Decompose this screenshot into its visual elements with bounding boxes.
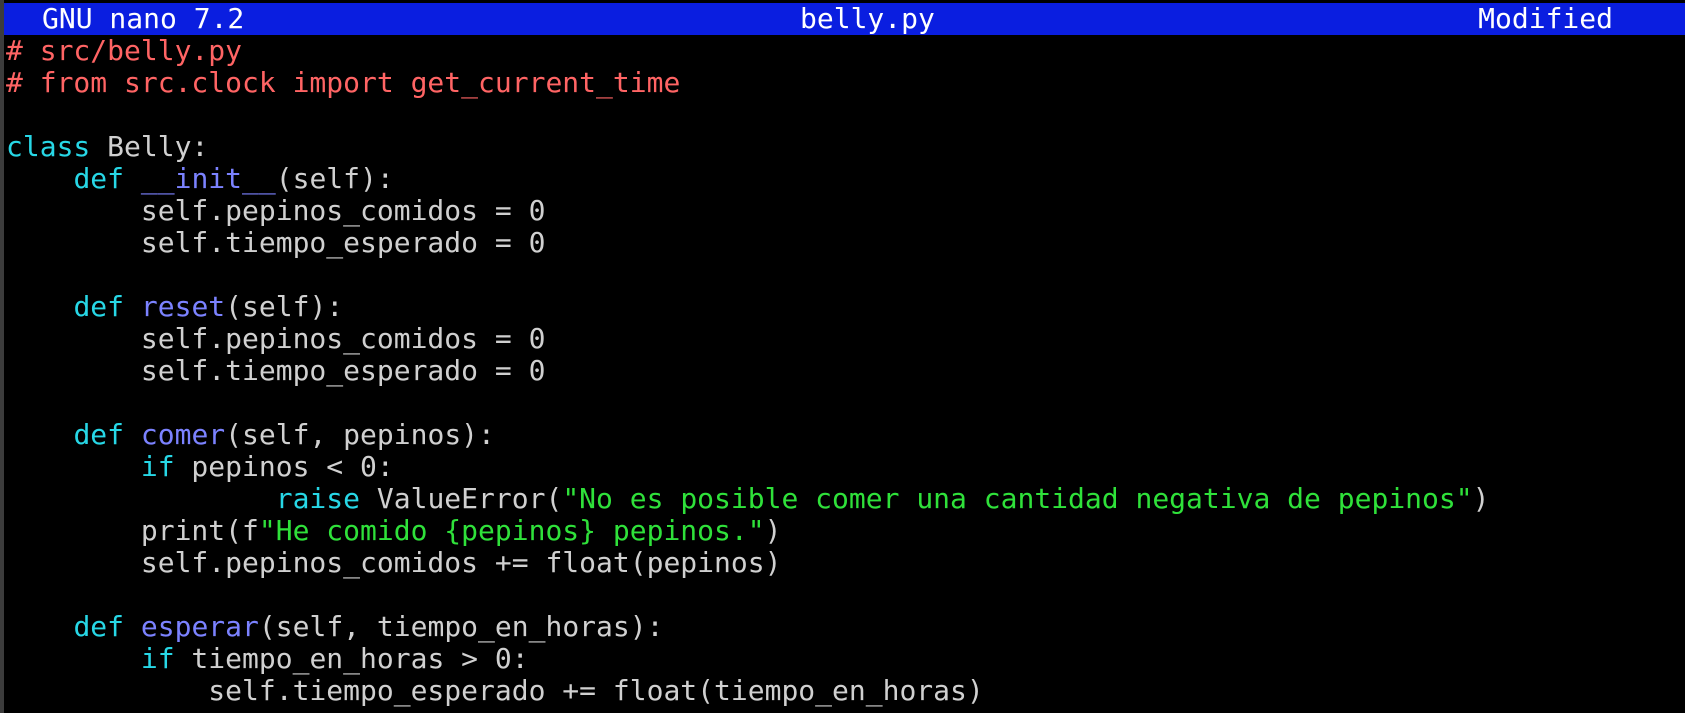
nano-titlebar: GNU nano 7.2 belly.py Modified bbox=[4, 3, 1685, 35]
code-text: Belly: bbox=[90, 131, 209, 163]
code-line: self.pepinos_comidos = 0 bbox=[6, 323, 1685, 355]
code-text: print(f bbox=[6, 515, 259, 547]
code-text: (self, pepinos): bbox=[225, 419, 495, 451]
code-text: self.pepinos_comidos = 0 bbox=[6, 195, 546, 227]
function-name-token: comer bbox=[140, 419, 226, 451]
terminal-window: GNU nano 7.2 belly.py Modified # src/bel… bbox=[0, 0, 1685, 713]
code-line: def reset(self): bbox=[6, 291, 1685, 323]
code-text: pepinos < 0: bbox=[174, 451, 394, 483]
keyword-token: raise bbox=[275, 483, 361, 515]
keyword-token: class bbox=[6, 131, 91, 163]
keyword-token: if bbox=[140, 451, 175, 483]
code-line: def esperar(self, tiempo_en_horas): bbox=[6, 611, 1685, 643]
code-line: def comer(self, pepinos): bbox=[6, 419, 1685, 451]
code-line: raise ValueError("No es posible comer un… bbox=[6, 483, 1685, 515]
keyword-token: if bbox=[140, 643, 175, 675]
code-text: (self): bbox=[275, 163, 394, 195]
code-line: self.tiempo_esperado = 0 bbox=[6, 355, 1685, 387]
code-line: class Belly: bbox=[6, 131, 1685, 163]
code-text: ) bbox=[764, 515, 782, 547]
code-text: ) bbox=[1472, 483, 1490, 515]
code-line: self.tiempo_esperado += float(tiempo_en_… bbox=[6, 675, 1685, 707]
comment-token: # from src.clock import get_current_time bbox=[6, 67, 681, 99]
code-line: # from src.clock import get_current_time bbox=[6, 67, 1685, 99]
string-token: "No es posible comer una cantidad negati… bbox=[562, 483, 1473, 515]
modified-status: Modified bbox=[1478, 3, 1613, 35]
code-line: def __init__(self): bbox=[6, 163, 1685, 195]
keyword-token: def bbox=[73, 163, 125, 195]
code-line: self.pepinos_comidos = 0 bbox=[6, 195, 1685, 227]
keyword-token: def bbox=[73, 611, 125, 643]
code-line: # src/belly.py bbox=[6, 35, 1685, 67]
function-name-token: __init__ bbox=[140, 163, 276, 195]
comment-token: # src/belly.py bbox=[6, 35, 243, 67]
code-line: if pepinos < 0: bbox=[6, 451, 1685, 483]
editor-buffer[interactable]: # src/belly.py # from src.clock import ge… bbox=[6, 35, 1685, 713]
code-line: if tiempo_en_horas > 0: bbox=[6, 643, 1685, 675]
code-line: print(f"He comido {pepinos} pepinos.") bbox=[6, 515, 1685, 547]
code-text: ValueError( bbox=[360, 483, 563, 515]
keyword-token: def bbox=[73, 419, 125, 451]
code-line: self.pepinos_comidos += float(pepinos) bbox=[6, 547, 1685, 579]
file-name: belly.py bbox=[800, 3, 935, 35]
app-version: GNU nano 7.2 bbox=[42, 3, 245, 35]
code-text: self.pepinos_comidos += float(pepinos) bbox=[6, 547, 782, 579]
code-text: (self, tiempo_en_horas): bbox=[258, 611, 664, 643]
code-text: self.pepinos_comidos = 0 bbox=[6, 323, 546, 355]
string-token: "He comido {pepinos} pepinos." bbox=[258, 515, 765, 547]
code-text: (self): bbox=[225, 291, 344, 323]
code-line: self.tiempo_esperado = 0 bbox=[6, 227, 1685, 259]
function-name-token: reset bbox=[140, 291, 226, 323]
code-text: tiempo_en_horas > 0: bbox=[174, 643, 529, 675]
code-text: self.tiempo_esperado = 0 bbox=[6, 355, 546, 387]
code-text: self.tiempo_esperado += float(tiempo_en_… bbox=[6, 675, 984, 707]
function-name-token: esperar bbox=[140, 611, 259, 643]
keyword-token: def bbox=[73, 291, 125, 323]
code-text: self.tiempo_esperado = 0 bbox=[6, 227, 546, 259]
